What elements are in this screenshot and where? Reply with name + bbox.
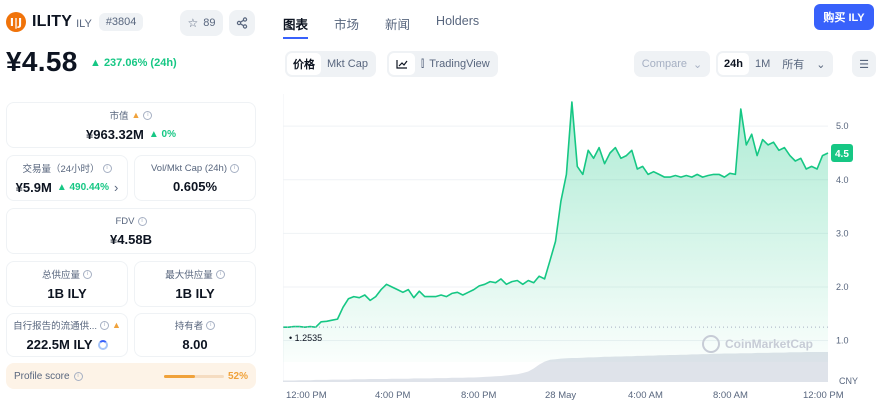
chart-style-toggle: ⫿ TradingView	[387, 51, 498, 77]
y-tick-label: 5.0	[836, 121, 849, 131]
current-price: ¥4.58	[6, 46, 78, 77]
volume-value: ¥5.9M	[15, 180, 52, 195]
coin-name: ILITY	[32, 13, 73, 30]
range-24h[interactable]: 24h	[718, 53, 749, 75]
tradingview-label: TradingView	[429, 58, 490, 70]
warning-icon: ▲	[131, 110, 141, 120]
circulating-supply-value: 222.5M ILY	[26, 337, 93, 352]
rank-badge: #3804	[98, 13, 144, 31]
chevron-down-icon: ⌄	[693, 58, 703, 71]
holders-label: 持有者	[174, 321, 204, 332]
info-icon[interactable]: i	[102, 163, 112, 173]
coin-symbol: ILY	[76, 17, 92, 30]
compare-dropdown[interactable]: Compare ⌄	[634, 51, 710, 77]
vol-mkt-card: Vol/Mkt Cap (24h) i 0.605%	[134, 155, 256, 201]
progress-ring-icon	[97, 339, 108, 350]
max-supply-value: 1B ILY	[175, 286, 215, 301]
x-tick-label: 12:00 PM	[286, 390, 327, 401]
volume-card[interactable]: 交易量（24小时） i ¥5.9M ▲ 490.44% ›	[6, 155, 128, 201]
tradingview-button[interactable]: ⫿ TradingView	[415, 53, 496, 75]
candlestick-icon: ⫿	[421, 58, 425, 70]
chart-type-toggle: 价格 Mkt Cap	[285, 51, 376, 77]
volume-label: 交易量（24小时）	[22, 164, 100, 175]
info-icon[interactable]: i	[143, 110, 153, 120]
compare-label: Compare	[641, 58, 688, 70]
x-tick-label: 28 May	[545, 390, 576, 401]
info-icon[interactable]: i	[137, 216, 147, 226]
chevron-down-icon[interactable]: ⌄	[810, 53, 831, 75]
y-tick-label: 4.0	[836, 175, 849, 185]
max-supply-label: 最大供应量	[165, 270, 213, 281]
tab-chart[interactable]: 图表	[283, 10, 309, 39]
share-icon	[236, 17, 248, 29]
current-price-label: 4.5	[835, 149, 849, 160]
tab-news[interactable]: 新闻	[385, 10, 410, 39]
start-price-label: • 1.2535	[289, 333, 322, 343]
total-supply-value: 1B ILY	[47, 286, 87, 301]
tab-markets[interactable]: 市场	[334, 10, 359, 39]
info-icon[interactable]: i	[215, 269, 225, 279]
info-icon[interactable]: i	[206, 320, 216, 330]
vol-mkt-value: 0.605%	[172, 178, 218, 194]
total-supply-label: 总供应量	[41, 270, 80, 281]
fdv-label: FDV	[115, 215, 135, 227]
market-cap-change: ▲ 0%	[148, 129, 176, 140]
market-cap-value: ¥963.32M	[86, 127, 144, 142]
circulating-supply-card: 自行报告的流通供... i ▲ 222.5M ILY	[6, 313, 128, 357]
x-tick-label: 8:00 PM	[461, 390, 496, 401]
currency-unit-label: CNY	[839, 376, 858, 386]
vol-mkt-label: Vol/Mkt Cap (24h)	[150, 162, 228, 174]
chevron-right-icon: ›	[113, 180, 119, 195]
mktcap-toggle[interactable]: Mkt Cap	[321, 53, 374, 75]
share-button[interactable]	[229, 10, 255, 36]
x-tick-label: 8:00 AM	[713, 390, 748, 401]
range-toggle: 24h 1M 所有 ⌄	[716, 51, 834, 77]
volume-change: ▲ 490.44%	[56, 182, 109, 193]
y-tick-label: 3.0	[836, 228, 849, 238]
info-icon[interactable]: i	[73, 371, 83, 381]
profile-score-track	[164, 375, 224, 378]
settings-sliders-icon: ☰	[859, 58, 869, 71]
warning-icon: ▲	[112, 320, 121, 330]
x-tick-label: 12:00 PM	[803, 390, 844, 401]
market-cap-card: 市值 ▲ i ¥963.32M ▲ 0%	[6, 102, 256, 148]
y-tick-label: 1.0	[836, 336, 849, 346]
x-tick-label: 4:00 AM	[628, 390, 663, 401]
coin-summary-panel: I|J ILITY ILY #3804 ☆ 89 ¥4.58 ▲ 237.06%…	[0, 0, 266, 403]
profile-score-bar[interactable]: Profile score i 52%	[6, 363, 256, 389]
coin-logo: I|J	[6, 12, 26, 32]
fdv-card: FDV i ¥4.58B	[6, 208, 256, 254]
info-icon[interactable]: i	[230, 163, 240, 173]
profile-score-label: Profile score	[14, 370, 70, 382]
profile-score-fill	[164, 375, 196, 378]
buy-button[interactable]: 购买 ILY	[814, 4, 874, 30]
chart-tabs: 图表 市场 新闻 Holders	[283, 10, 505, 39]
y-tick-label: 2.0	[836, 282, 849, 292]
chart-settings-button[interactable]: ☰	[852, 51, 876, 77]
info-icon[interactable]: i	[100, 320, 109, 330]
coin-header: I|J ILITY ILY #3804	[6, 10, 144, 34]
price-toggle[interactable]: 价格	[287, 53, 321, 75]
line-chart-icon	[396, 60, 408, 69]
price-change-24h: ▲ 237.06% (24h)	[90, 57, 177, 69]
market-cap-label: 市值	[109, 111, 129, 122]
x-tick-label: 4:00 PM	[375, 390, 410, 401]
range-1m[interactable]: 1M	[749, 53, 776, 75]
star-icon: ☆	[187, 16, 199, 30]
holders-value: 8.00	[182, 337, 208, 352]
circulating-supply-label: 自行报告的流通供...	[13, 321, 97, 332]
watermark-text: CoinMarketCap	[725, 337, 813, 351]
fdv-value: ¥4.58B	[110, 231, 152, 247]
holders-card: 持有者 i 8.00	[134, 313, 256, 357]
info-icon[interactable]: i	[83, 269, 92, 279]
profile-score-value: 52%	[227, 370, 248, 382]
total-supply-card: 总供应量 i 1B ILY	[6, 261, 128, 307]
price-chart[interactable]: 1.0 2.0 3.0 4.0 5.0 • 1.2535 CoinMarketCap 4.5 1…	[283, 92, 877, 403]
range-all[interactable]: 所有	[776, 53, 810, 75]
watchlist-button[interactable]: ☆ 89	[180, 10, 223, 36]
max-supply-card: 最大供应量 i 1B ILY	[134, 261, 256, 307]
watch-count: 89	[203, 17, 216, 29]
line-chart-button[interactable]	[389, 53, 415, 75]
tab-holders[interactable]: Holders	[436, 10, 479, 39]
